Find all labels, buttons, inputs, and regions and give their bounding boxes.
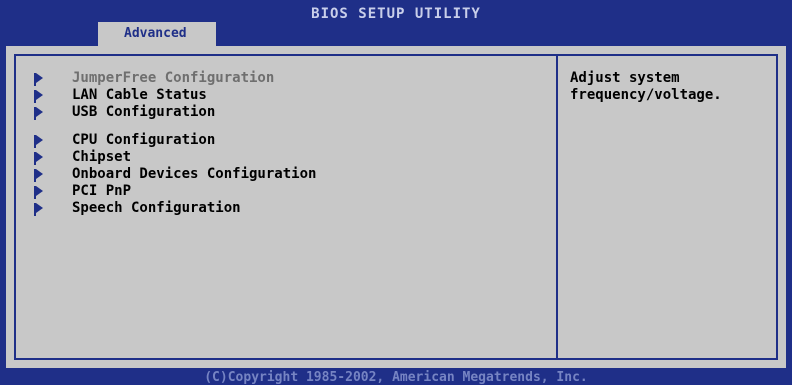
menu-item-usb-configuration[interactable]: USB Configuration: [34, 104, 316, 121]
menu-item-onboard-devices-configuration[interactable]: Onboard Devices Configuration: [34, 166, 317, 183]
main-panel: JumperFree Configuration LAN Cable Statu…: [6, 46, 786, 368]
menu-item-label: Chipset: [72, 149, 132, 165]
submenu-arrow-icon: [34, 186, 43, 199]
help-text: Adjust system frequency/voltage.: [570, 70, 722, 103]
menu-item-cpu-configuration[interactable]: CPU Configuration: [34, 132, 316, 149]
bios-title: BIOS SETUP UTILITY: [311, 6, 481, 22]
menu-item-label: PCI PnP: [72, 183, 132, 199]
submenu-arrow-icon: [34, 169, 43, 182]
menu-separator: [36, 121, 316, 132]
menu-item-lan-cable-status[interactable]: LAN Cable Status: [34, 87, 316, 104]
menu-item-label: Onboard Devices Configuration: [72, 166, 317, 182]
submenu-arrow-icon: [34, 152, 43, 165]
panel-frame: JumperFree Configuration LAN Cable Statu…: [14, 54, 778, 360]
menu-item-label: LAN Cable Status: [72, 87, 207, 103]
advanced-menu: JumperFree Configuration LAN Cable Statu…: [34, 70, 317, 217]
submenu-arrow-icon: [34, 73, 43, 86]
header-bar: BIOS SETUP UTILITY Advanced: [0, 0, 792, 46]
menu-item-label: USB Configuration: [72, 104, 216, 120]
menu-item-speech-configuration[interactable]: Speech Configuration: [34, 200, 316, 217]
menu-item-label: CPU Configuration: [72, 132, 216, 148]
tab-advanced[interactable]: Advanced: [98, 22, 216, 46]
menu-item-label: Speech Configuration: [72, 200, 241, 216]
submenu-arrow-icon: [34, 90, 43, 103]
submenu-arrow-icon: [34, 107, 43, 120]
copyright-footer: (C)Copyright 1985-2002, American Megatre…: [204, 370, 588, 385]
bios-screen: BIOS SETUP UTILITY Advanced JumperFree C…: [0, 0, 792, 385]
menu-item-chipset[interactable]: Chipset: [34, 149, 316, 166]
submenu-arrow-icon: [34, 203, 43, 216]
menu-item-pci-pnp[interactable]: PCI PnP: [34, 183, 316, 200]
panel-divider: [556, 56, 558, 358]
menu-item-jumperfree-configuration[interactable]: JumperFree Configuration: [34, 70, 316, 87]
menu-item-label: JumperFree Configuration: [72, 70, 275, 86]
submenu-arrow-icon: [34, 135, 43, 148]
